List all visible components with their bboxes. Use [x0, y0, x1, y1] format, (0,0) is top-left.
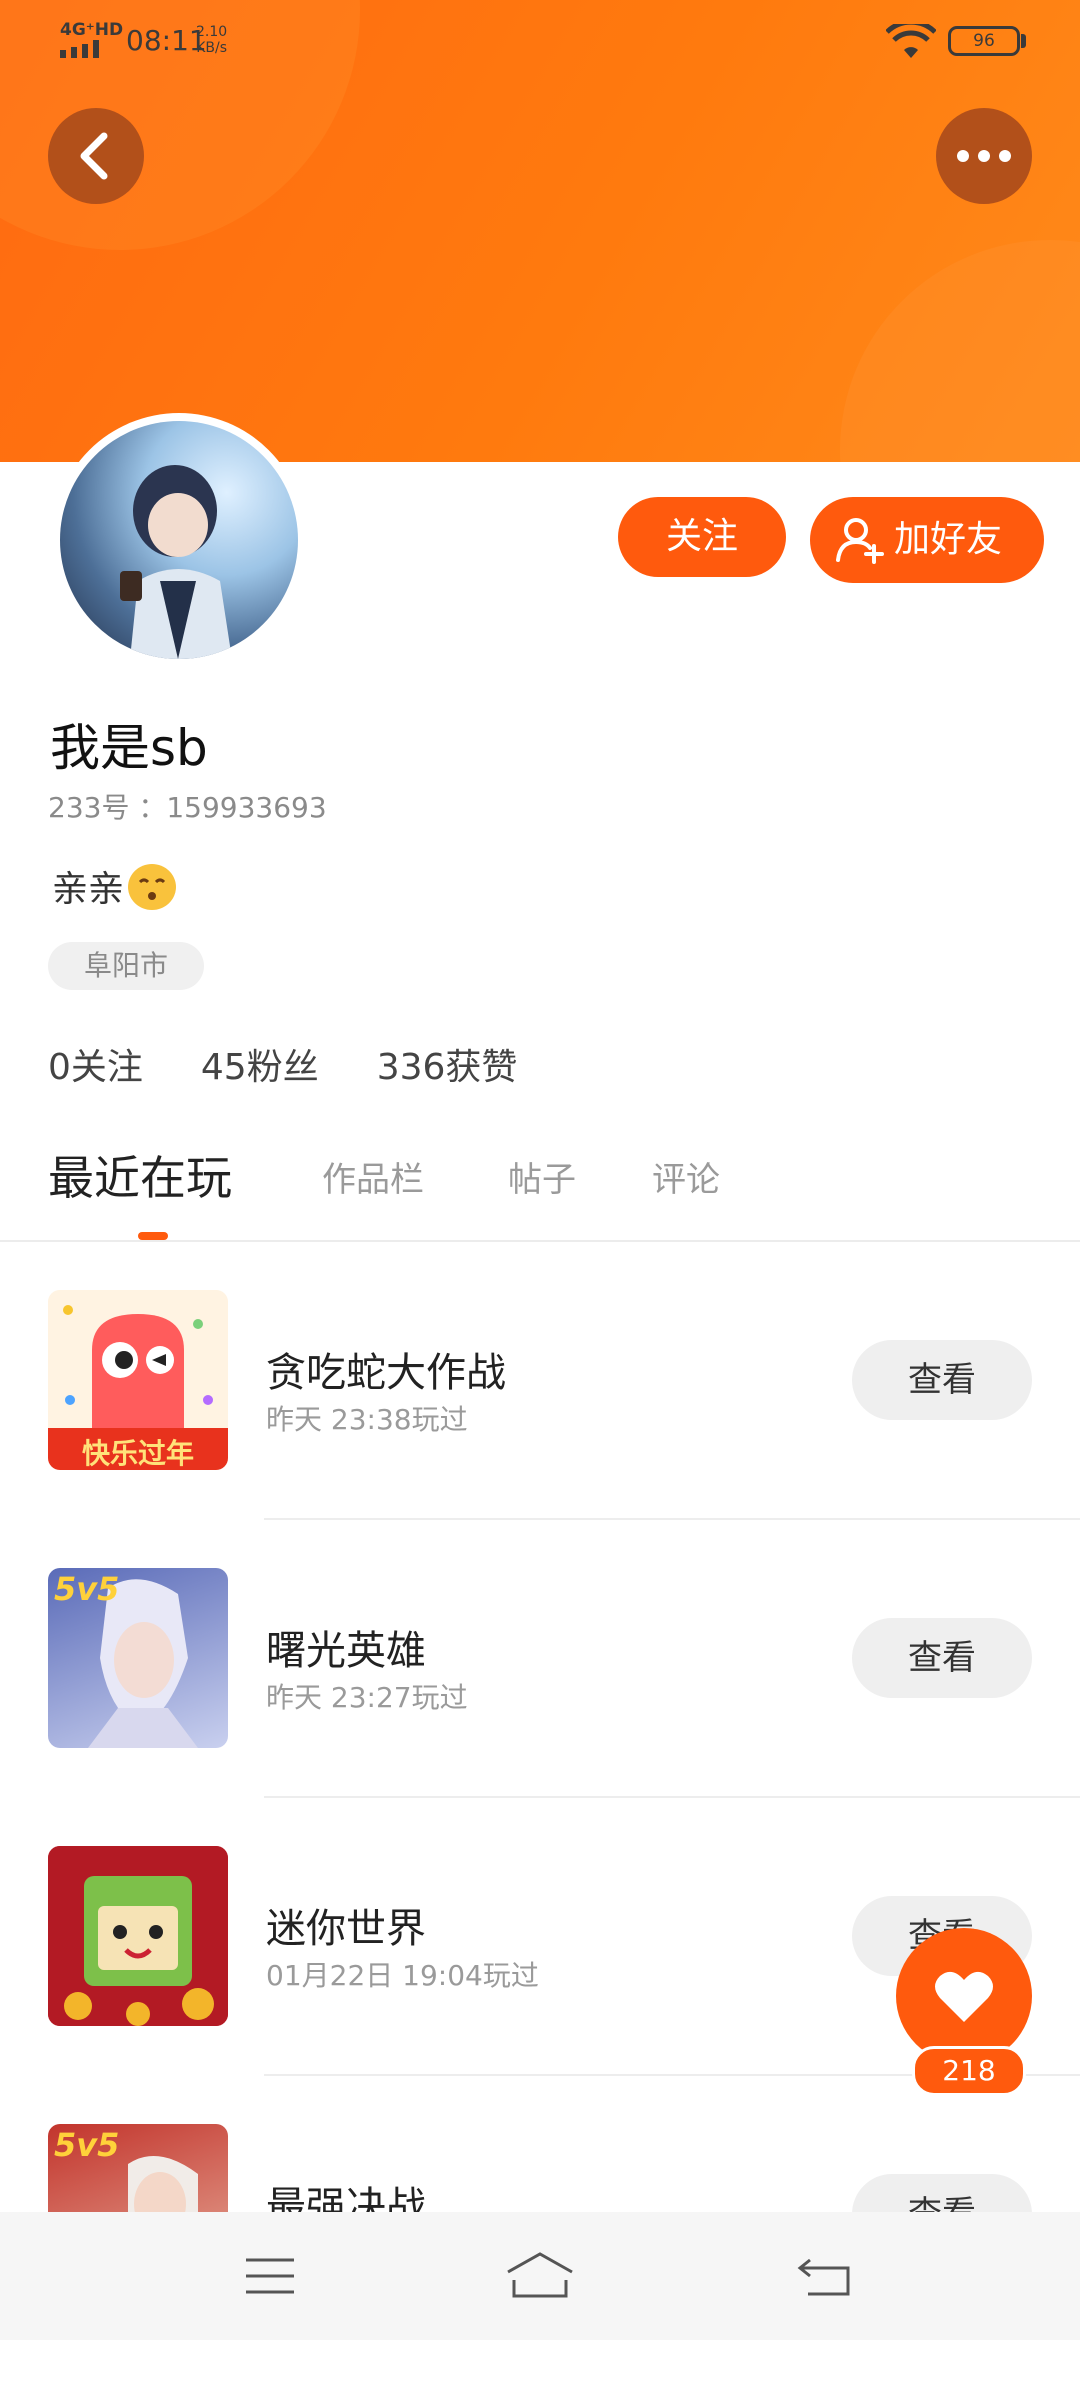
like-button[interactable]	[896, 1928, 1032, 2064]
last-played-time: 01月22日 19:04玩过	[266, 1959, 539, 1992]
game-badge: 5v5	[54, 2126, 120, 2164]
fans-count[interactable]: 45粉丝	[201, 1047, 319, 1088]
game-icon: 5v5	[48, 1568, 228, 1748]
likes-count: 336获赞	[376, 1047, 518, 1088]
profile-header-banner: 4G⁺HD 08:11 2.10 KB/s 96	[0, 0, 1080, 462]
banner-decoration	[840, 240, 1080, 462]
add-friend-button[interactable]: 加好友	[810, 497, 1044, 583]
battery-icon: 96	[948, 26, 1020, 56]
home-icon[interactable]	[506, 2250, 574, 2302]
clock: 08:11	[126, 24, 207, 57]
game-title: 迷你世界	[266, 1906, 426, 1952]
back-icon[interactable]	[796, 2254, 852, 2298]
profile-stats: 0关注 45粉丝 336获赞	[48, 1038, 575, 1090]
more-button[interactable]	[936, 108, 1032, 204]
signal-icon	[60, 40, 99, 58]
status-bar: 4G⁺HD 08:11 2.10 KB/s 96	[0, 0, 1080, 80]
follow-button[interactable]: 关注	[618, 497, 786, 577]
speed-value: 2.10	[196, 24, 228, 40]
last-played-time: 昨天 23:27玩过	[266, 1681, 468, 1714]
heart-icon	[935, 1971, 993, 2022]
game-badge: 快乐过年	[81, 1437, 194, 1470]
avatar-image	[60, 421, 298, 659]
view-button[interactable]: 查看	[852, 1618, 1032, 1698]
kissing-face-emoji-icon	[128, 864, 177, 910]
tab-comments[interactable]: 评论	[652, 1152, 720, 1201]
battery-tip	[1021, 34, 1026, 48]
active-tab-indicator	[138, 1232, 168, 1240]
speed-unit: KB/s	[196, 40, 227, 56]
system-nav-bar	[0, 2212, 1080, 2340]
avatar-illustration	[120, 465, 232, 659]
network-type: 4G⁺HD	[60, 20, 124, 40]
menu-icon[interactable]	[244, 2256, 296, 2296]
tab-works[interactable]: 作品栏	[322, 1152, 424, 1201]
mini-world-game-art	[48, 1846, 228, 2026]
following-count[interactable]: 0关注	[48, 1047, 143, 1088]
tab-posts[interactable]: 帖子	[508, 1152, 576, 1201]
back-button[interactable]	[48, 108, 144, 204]
wifi-icon	[886, 24, 936, 58]
chevron-left-icon	[80, 132, 108, 180]
game-icon	[48, 1846, 228, 2026]
avatar[interactable]	[52, 413, 306, 667]
user-bio: 亲亲	[52, 860, 177, 914]
tab-divider	[0, 1240, 1080, 1242]
like-count-badge: 218	[912, 2046, 1026, 2096]
row-divider	[264, 1518, 1080, 1520]
tab-recently-played[interactable]: 最近在玩	[48, 1142, 232, 1208]
game-badge: 5v5	[54, 1570, 120, 1608]
view-button[interactable]: 查看	[852, 1340, 1032, 1420]
last-played-time: 昨天 23:38玩过	[266, 1403, 468, 1436]
game-title: 贪吃蛇大作战	[266, 1350, 506, 1396]
user-id: 233号 ：159933693	[48, 791, 327, 824]
add-user-icon	[836, 518, 884, 564]
list-item[interactable]: 5v5 曙光英雄 昨天 23:27玩过 查看	[0, 1568, 1080, 1844]
game-icon: 快乐过年	[48, 1290, 228, 1470]
user-name: 我是sb	[50, 719, 208, 777]
list-item[interactable]: 快乐过年 贪吃蛇大作战 昨天 23:38玩过 查看	[0, 1290, 1080, 1566]
row-divider	[264, 1796, 1080, 1798]
location-tag[interactable]: 阜阳市	[48, 942, 204, 990]
add-friend-label: 加好友	[894, 519, 1003, 560]
network-speed: 2.10 KB/s	[196, 24, 227, 56]
game-title: 曙光英雄	[266, 1628, 426, 1674]
more-dots-icon	[957, 150, 1011, 162]
bio-text: 亲亲	[52, 869, 125, 910]
